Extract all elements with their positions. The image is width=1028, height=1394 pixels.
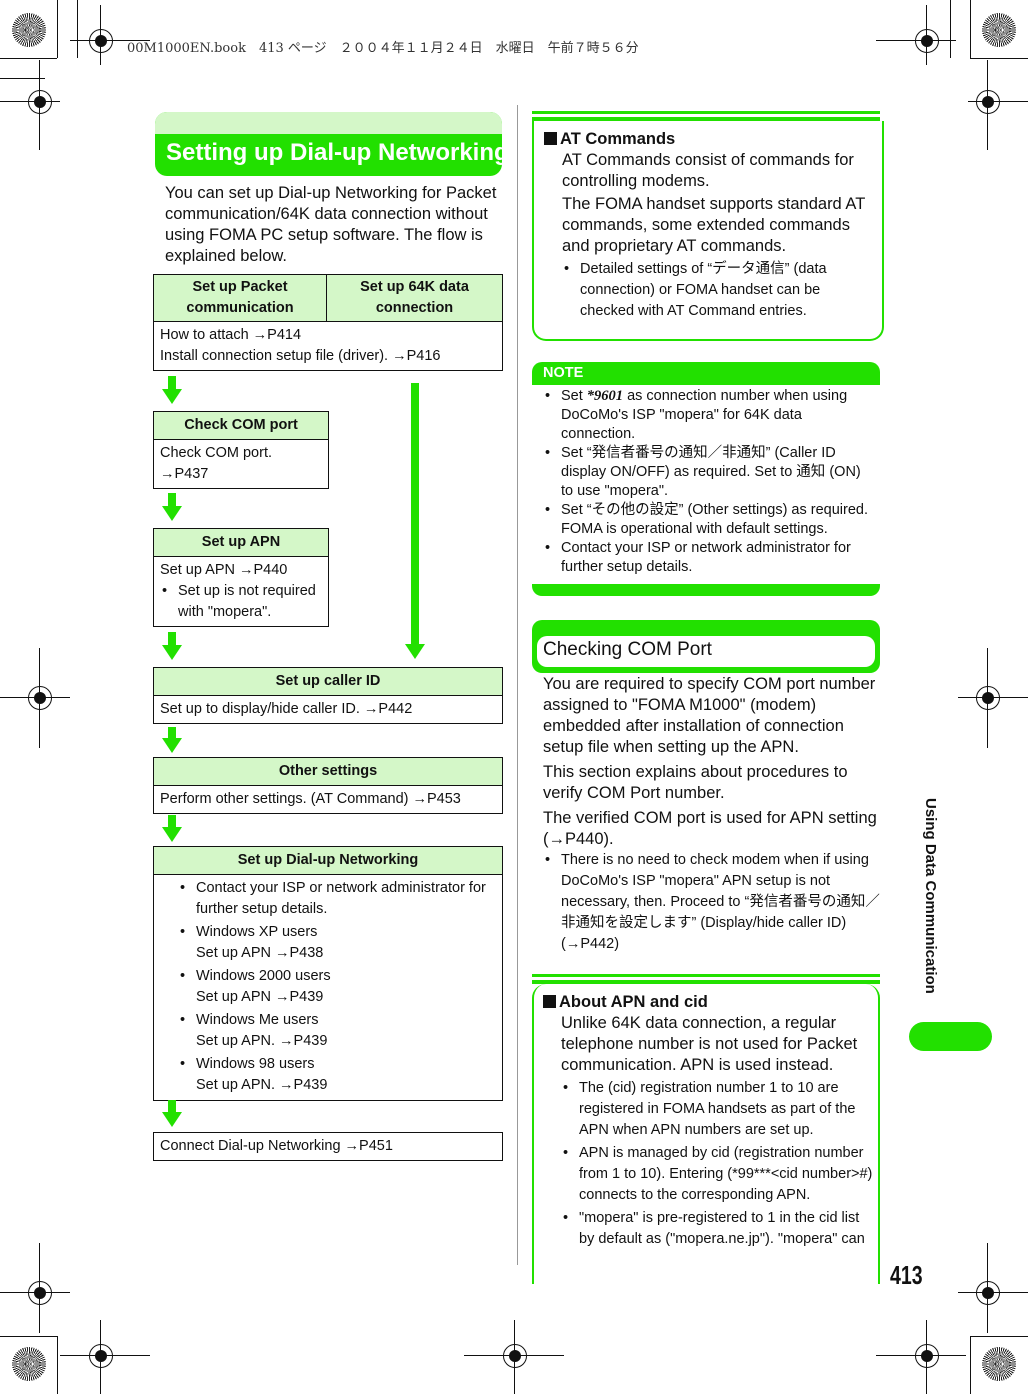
apn-cid-bullet: The (cid) registration number 1 to 10 ar… — [563, 1078, 873, 1141]
print-header: 00M1000EN.book 413 ページ ２００４年１１月２４日 水曜日 午… — [127, 41, 639, 56]
registration-rosette-icon — [12, 13, 46, 47]
crosshair-icon — [28, 90, 52, 114]
crosshair-icon — [28, 686, 52, 710]
note-header: NOTE — [532, 362, 880, 385]
com-text: This section explains about procedures t… — [543, 763, 848, 802]
crosshair-icon — [915, 29, 939, 53]
crosshair-icon — [976, 90, 1000, 114]
registration-rosette-icon — [982, 13, 1016, 47]
note-body: Set *9601 as connection number when usin… — [543, 387, 873, 577]
flow-arrow-long — [405, 383, 425, 659]
registration-rosette-icon — [982, 1347, 1016, 1381]
check-com-box: Check COM port Check COM port. →P437 — [153, 411, 329, 489]
packet-header: Set up Packet communication — [154, 275, 327, 321]
link-p438[interactable]: Set up APN →P438 — [196, 943, 496, 964]
dialup-item: Contact your ISP or network administrato… — [180, 878, 496, 920]
com-bullet: There is no need to check modem when if … — [545, 850, 883, 955]
com-text: You are required to specify COM port num… — [543, 675, 876, 756]
link-p439[interactable]: Set up APN. →P439 — [196, 1075, 496, 1096]
crosshair-icon — [89, 29, 113, 53]
page-number: 413 — [890, 1260, 923, 1290]
com-section-body: You are required to specify COM port num… — [543, 674, 883, 955]
link-p451[interactable]: Connect Dial-up Networking →P451 — [154, 1133, 502, 1160]
link-how-to-attach[interactable]: How to attach →P414 — [160, 325, 496, 346]
other-settings-header: Other settings — [154, 758, 502, 786]
note-footer — [532, 584, 880, 596]
apn-box: Set up APN Set up APN →P440Set up is not… — [153, 528, 329, 627]
note-item: Set “発信者番号の通知／非通知” (Caller ID display ON… — [545, 444, 873, 501]
dialup-item: Windows Me usersSet up APN. →P439 — [180, 1010, 496, 1052]
registration-rosette-icon — [12, 1347, 46, 1381]
connect-box: Connect Dial-up Networking →P451 — [153, 1132, 503, 1161]
link-p437[interactable]: →P437 — [160, 464, 322, 485]
dialup-item: Windows 98 usersSet up APN. →P439 — [180, 1054, 496, 1096]
com-text: The verified COM port is used for APN se… — [543, 809, 877, 848]
crosshair-icon — [976, 686, 1000, 710]
apn-cid-bullet: "mopera" is pre-registered to 1 in the c… — [563, 1208, 873, 1250]
link-p442[interactable]: Set up to display/hide caller ID. →P442 — [154, 696, 502, 723]
check-com-text: Check COM port. — [160, 445, 272, 461]
note-item: Contact your ISP or network administrato… — [545, 539, 873, 577]
flow-start-box: Set up Packet communication Set up 64K d… — [153, 274, 503, 371]
side-tab-marker[interactable] — [909, 1022, 992, 1051]
crosshair-icon — [89, 1344, 113, 1368]
apn-cid-text: Unlike 64K data connection, a regular te… — [561, 1014, 858, 1074]
crosshair-icon — [976, 1281, 1000, 1305]
at-text: The FOMA handset supports standard AT co… — [562, 195, 865, 255]
check-com-header: Check COM port — [154, 412, 328, 440]
flow-arrow — [162, 727, 182, 753]
apn-header: Set up APN — [154, 529, 328, 557]
note-label: NOTE — [543, 365, 584, 381]
manual-page: 00M1000EN.book 413 ページ ２００４年１１月２４日 水曜日 午… — [0, 0, 1028, 1394]
crosshair-icon — [503, 1344, 527, 1368]
apn-cid-heading: About APN and cid — [559, 993, 708, 1011]
flow-arrow — [162, 376, 182, 404]
dialup-item: Windows 2000 usersSet up APN →P439 — [180, 966, 496, 1008]
page-title: Setting up Dial-up Networking — [155, 112, 502, 176]
intro-text: You can set up Dial-up Networking for Pa… — [165, 184, 497, 265]
dialup-item: Windows XP usersSet up APN →P438 — [180, 922, 496, 964]
crosshair-icon — [915, 1344, 939, 1368]
link-install-driver[interactable]: Install connection setup file (driver). … — [160, 346, 496, 367]
64k-header: Set up 64K data connection — [360, 279, 469, 316]
caller-id-header: Set up caller ID — [154, 668, 502, 696]
note-item: Set *9601 as connection number when usin… — [545, 387, 873, 444]
apn-cid-bullet: APN is managed by cid (registration numb… — [563, 1143, 873, 1206]
flow-arrow — [162, 493, 182, 521]
column-divider — [517, 105, 518, 1265]
link-p439[interactable]: Set up APN →P439 — [196, 987, 496, 1008]
at-heading: AT Commands — [560, 130, 676, 148]
flow-arrow — [162, 1100, 182, 1127]
side-tab-label: Using Data Communication — [922, 798, 939, 994]
at-commands-section: AT Commands AT Commands consist of comma… — [532, 121, 884, 341]
dialup-header: Set up Dial-up Networking — [154, 847, 502, 875]
link-p439[interactable]: Set up APN. →P439 — [196, 1031, 496, 1052]
link-p440[interactable]: Set up APN →P440 — [160, 560, 322, 581]
dialup-box: Set up Dial-up Networking Contact your I… — [153, 846, 503, 1101]
flow-arrow — [162, 815, 182, 842]
note-item: Set “その他の設定” (Other settings) as require… — [545, 501, 873, 539]
other-settings-box: Other settings Perform other settings. (… — [153, 757, 503, 814]
at-text: AT Commands consist of commands for cont… — [562, 151, 854, 190]
link-p453[interactable]: Perform other settings. (AT Command) →P4… — [154, 786, 502, 813]
caller-id-box: Set up caller ID Set up to display/hide … — [153, 667, 503, 724]
apn-note: Set up is not required with "mopera". — [162, 581, 322, 623]
flow-arrow — [162, 632, 182, 660]
crosshair-icon — [28, 1281, 52, 1305]
com-section-title: Checking COM Port — [532, 620, 880, 673]
page-title-text: Setting up Dial-up Networking — [166, 139, 502, 166]
at-bullet: Detailed settings of “データ通信” (data conne… — [564, 259, 874, 322]
com-section-title-text: Checking COM Port — [543, 639, 712, 660]
